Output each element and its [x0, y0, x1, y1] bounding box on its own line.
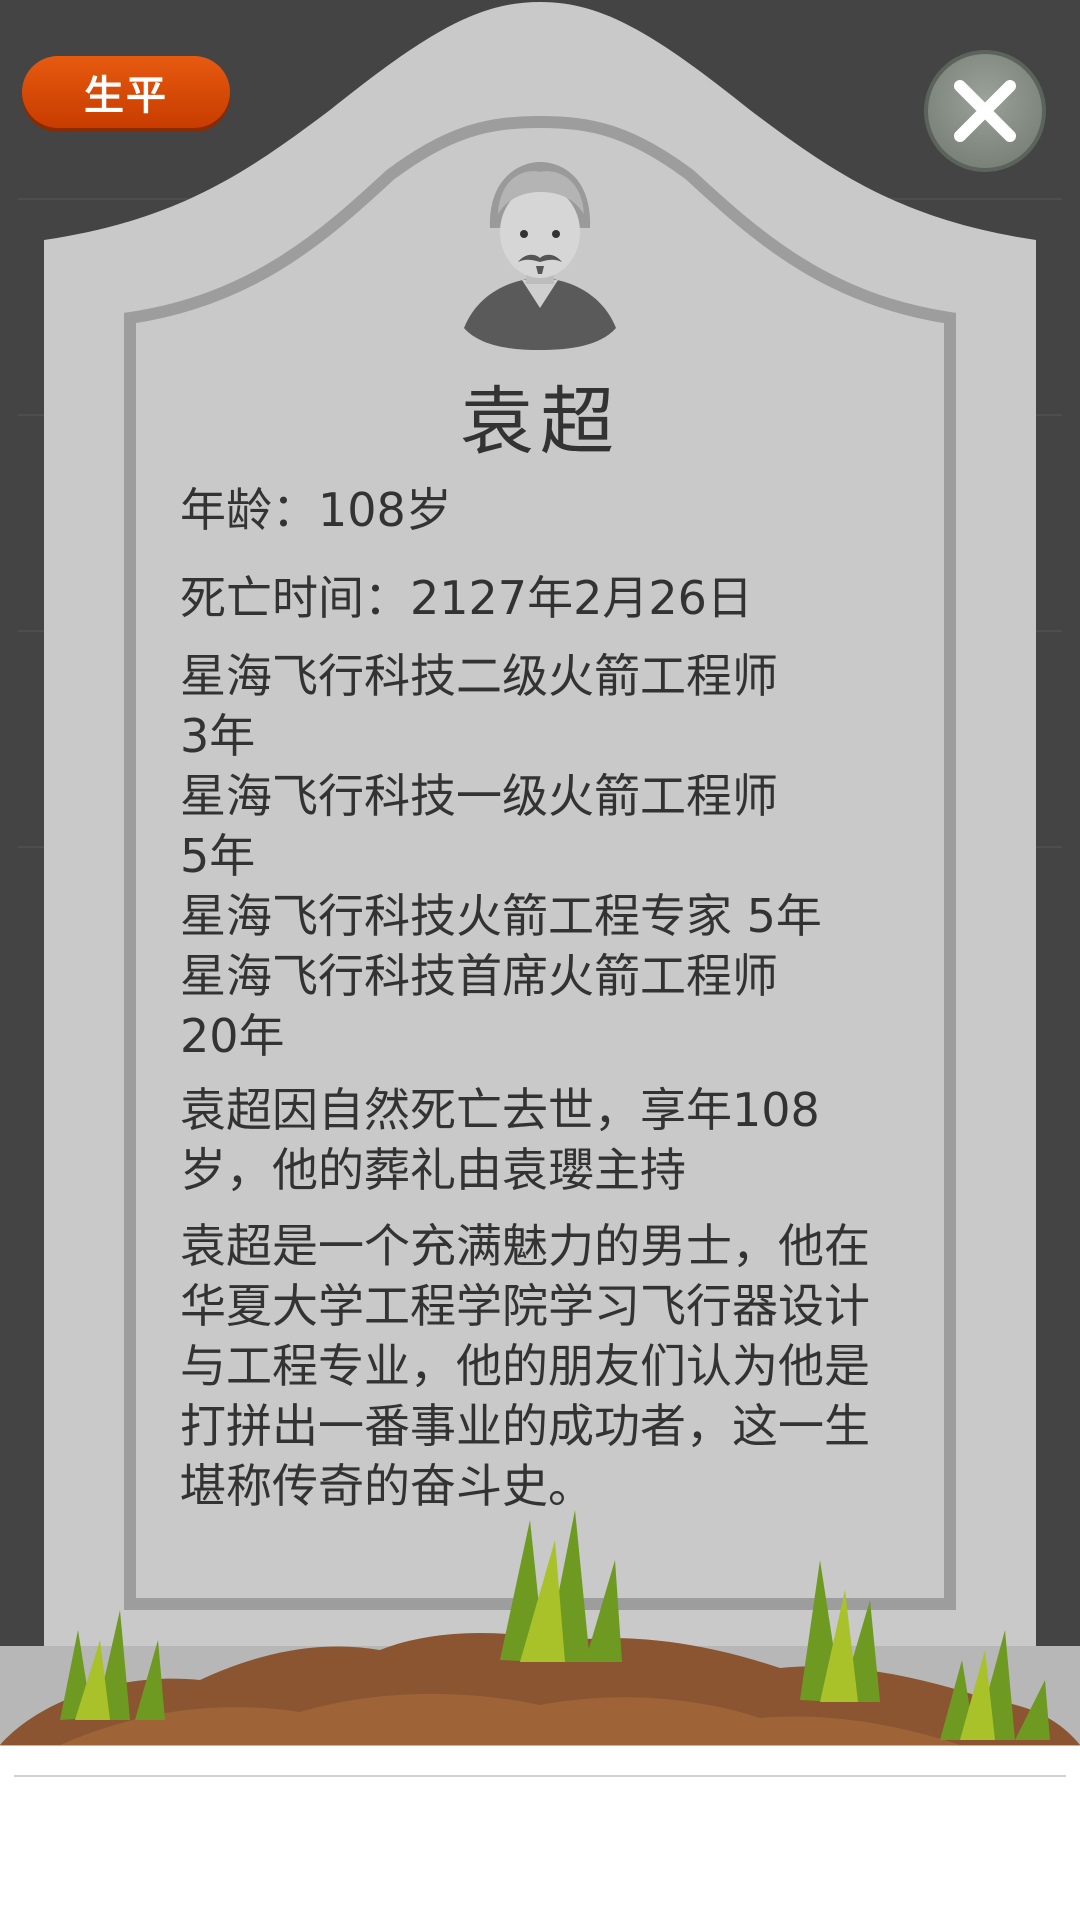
deceased-name: 袁超	[460, 379, 620, 465]
career-line: 星海飞行科技二级火箭工程师	[180, 649, 778, 703]
career-line: 3年	[180, 709, 256, 763]
career-list: 星海飞行科技二级火箭工程师 3年 星海飞行科技一级火箭工程师 5年 星海飞行科技…	[180, 646, 900, 1066]
bottom-divider	[14, 1775, 1066, 1777]
career-line: 星海飞行科技一级火箭工程师	[180, 769, 778, 823]
avatar	[464, 162, 616, 350]
death-time-line: 死亡时间：2127年2月26日	[180, 571, 753, 625]
biography: 袁超是一个充满魅力的男士，他在华夏大学工程学院学习飞行器设计与工程专业，他的朋友…	[180, 1219, 870, 1513]
career-line: 20年	[180, 1009, 285, 1063]
close-button[interactable]	[924, 50, 1046, 172]
career-line: 星海飞行科技火箭工程专家 5年	[180, 889, 822, 943]
lifetime-badge: 生平	[22, 56, 230, 128]
career-line: 星海飞行科技首席火箭工程师	[180, 949, 778, 1003]
career-line: 5年	[180, 829, 256, 883]
age-line: 年龄：108岁	[180, 483, 452, 537]
death-note: 袁超因自然死亡去世，享年108岁，他的葬礼由袁瓔主持	[180, 1083, 820, 1197]
close-icon	[954, 80, 1016, 142]
